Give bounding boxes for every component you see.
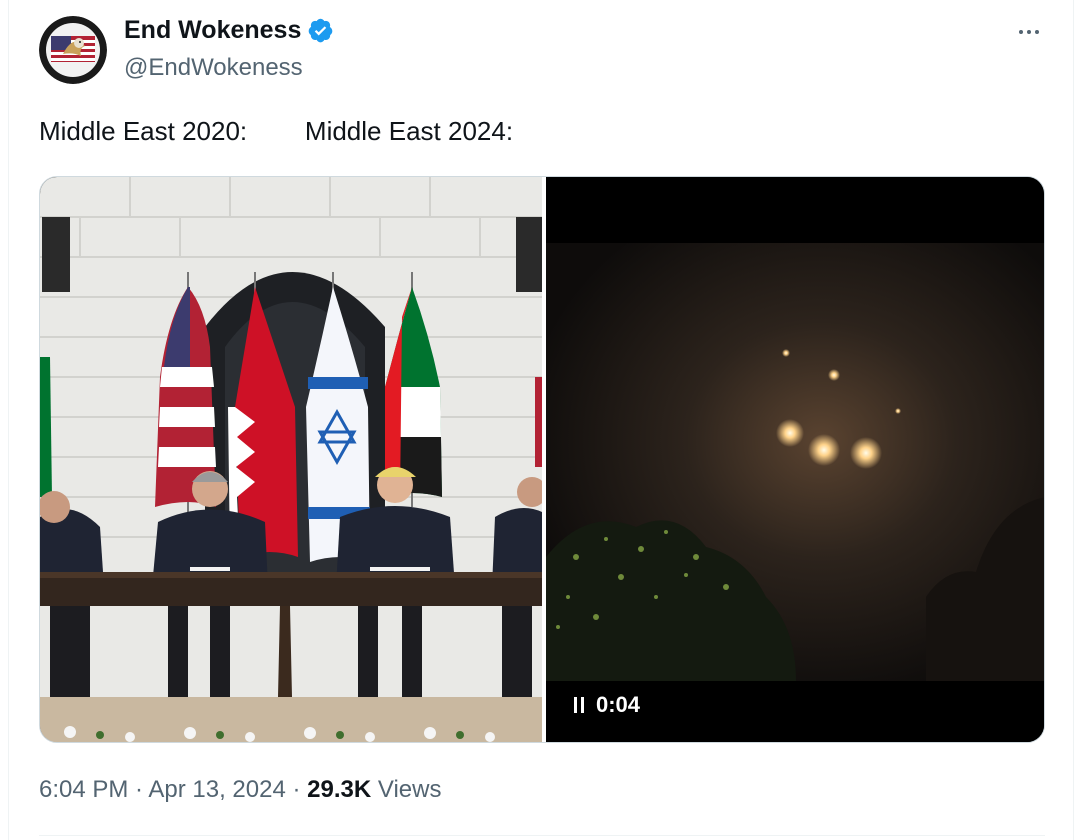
- more-options-button[interactable]: [1012, 20, 1046, 44]
- timeline-border-left: [8, 0, 9, 840]
- eagle-flag-avatar-icon: [39, 16, 107, 84]
- author-display-name[interactable]: End Wokeness: [124, 16, 334, 45]
- video-elapsed-time: 0:04: [596, 692, 641, 717]
- night-sky-video[interactable]: [546, 177, 1045, 743]
- media-grid: 0:04: [39, 176, 1045, 743]
- verified-badge-icon: [309, 18, 333, 43]
- views-count: 29.3K: [307, 776, 372, 803]
- avatar[interactable]: [39, 16, 107, 84]
- views-link[interactable]: 29.3K Views: [307, 776, 441, 803]
- tweet-text: Middle East 2020: Middle East 2024:: [39, 116, 514, 146]
- video-playback-controls[interactable]: 0:04: [574, 689, 640, 721]
- timeline-border-right: [1073, 0, 1074, 840]
- dot-icon: [1019, 30, 1023, 34]
- author-handle[interactable]: @EndWokeness: [124, 54, 303, 82]
- signing-ceremony-photo[interactable]: [40, 177, 542, 743]
- tweet-timestamp-link[interactable]: 6:04 PM · Apr 13, 2024: [39, 776, 286, 803]
- tweet-metadata: 6:04 PM · Apr 13, 2024 · 29.3K Views: [39, 776, 441, 804]
- meta-separator: ·: [285, 776, 308, 803]
- dot-icon: [1027, 30, 1031, 34]
- dot-icon: [1035, 30, 1039, 34]
- pause-icon[interactable]: [574, 697, 584, 713]
- section-divider: [39, 835, 1045, 836]
- display-name-text: End Wokeness: [124, 16, 302, 44]
- views-label: Views: [371, 776, 442, 803]
